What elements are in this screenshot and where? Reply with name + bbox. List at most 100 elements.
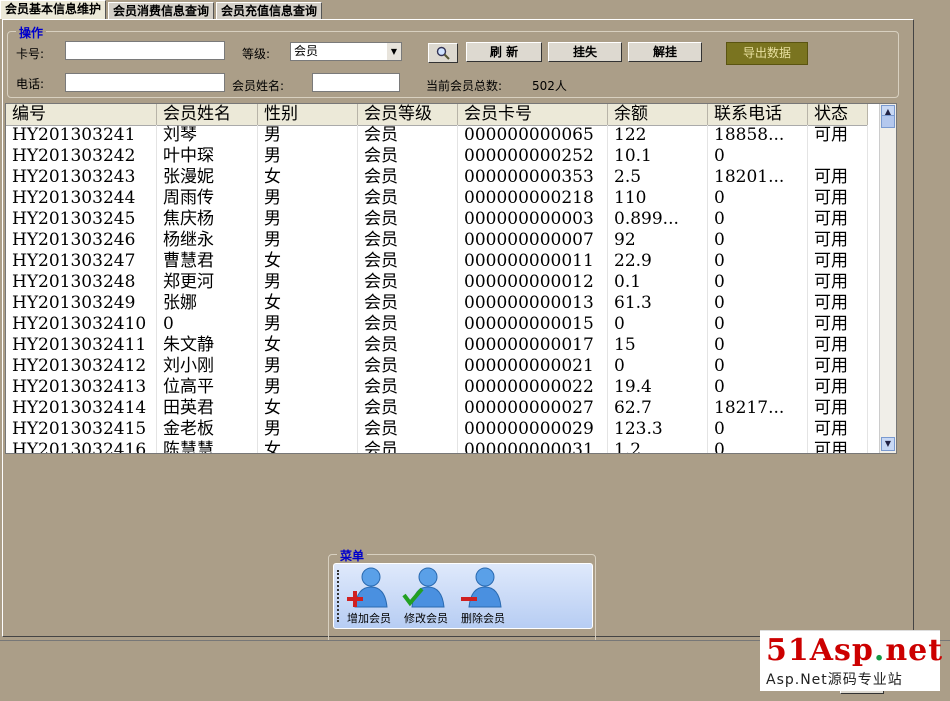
table-cell[interactable]: 会员 — [358, 440, 458, 453]
table-cell[interactable]: HY2013032415 — [6, 419, 157, 440]
table-cell[interactable]: 位高平 — [157, 377, 258, 398]
table-cell[interactable]: 会员 — [358, 188, 458, 209]
table-cell[interactable]: 叶中琛 — [157, 146, 258, 167]
table-cell[interactable]: 女 — [258, 440, 358, 453]
table-cell[interactable]: 会员 — [358, 377, 458, 398]
search-button[interactable] — [428, 43, 458, 63]
table-cell[interactable]: 女 — [258, 167, 358, 188]
scroll-thumb[interactable] — [881, 115, 895, 128]
table-cell[interactable]: 会员 — [358, 230, 458, 251]
table-cell[interactable]: 可用 — [808, 188, 868, 209]
table-cell[interactable]: 1.2 — [608, 440, 708, 453]
table-cell[interactable]: 杨继永 — [157, 230, 258, 251]
table-cell[interactable]: 18201... — [708, 167, 808, 188]
table-cell[interactable]: 可用 — [808, 272, 868, 293]
table-cell[interactable]: 122 — [608, 125, 708, 146]
table-cell[interactable]: 0 — [708, 377, 808, 398]
table-cell[interactable]: 000000000003 — [458, 209, 608, 230]
table-cell[interactable]: 0 — [708, 272, 808, 293]
table-cell[interactable]: 可用 — [808, 209, 868, 230]
table-cell[interactable]: 曹慧君 — [157, 251, 258, 272]
table-cell[interactable]: 男 — [258, 125, 358, 146]
table-cell[interactable]: 可用 — [808, 251, 868, 272]
table-cell[interactable]: 10.1 — [608, 146, 708, 167]
table-cell[interactable]: HY201303241 — [6, 125, 157, 146]
member-name-input[interactable] — [312, 73, 400, 92]
column-header[interactable]: 联系电话 — [708, 104, 808, 125]
members-grid[interactable]: 编号 会员姓名 性别 会员等级 会员卡号 余额 联系电话 状态 HY201303… — [5, 103, 897, 454]
table-cell[interactable]: 男 — [258, 314, 358, 335]
table-cell[interactable]: 0 — [708, 335, 808, 356]
table-row[interactable]: HY201303246 杨继永男会员 000000000007 92 0 可用 — [6, 230, 868, 251]
table-row[interactable]: HY2013032413 位高平男会员 000000000022 19.4 0 可用 — [6, 377, 868, 398]
table-cell[interactable]: 男 — [258, 209, 358, 230]
table-cell[interactable]: 男 — [258, 356, 358, 377]
table-cell[interactable]: 可用 — [808, 419, 868, 440]
table-cell[interactable]: 会员 — [358, 251, 458, 272]
table-cell[interactable]: 0 — [708, 293, 808, 314]
table-cell[interactable]: 可用 — [808, 356, 868, 377]
table-cell[interactable]: 000000000353 — [458, 167, 608, 188]
table-cell[interactable]: HY201303248 — [6, 272, 157, 293]
table-cell[interactable]: 郑更河 — [157, 272, 258, 293]
table-cell[interactable]: 61.3 — [608, 293, 708, 314]
scroll-down-button[interactable]: ▼ — [881, 437, 895, 451]
table-cell[interactable]: 张漫妮 — [157, 167, 258, 188]
table-cell[interactable]: 0 — [708, 146, 808, 167]
table-cell[interactable]: 男 — [258, 272, 358, 293]
table-cell[interactable]: 男 — [258, 146, 358, 167]
table-cell[interactable]: 可用 — [808, 125, 868, 146]
table-cell[interactable]: 会员 — [358, 356, 458, 377]
table-cell[interactable]: 22.9 — [608, 251, 708, 272]
table-row[interactable]: HY2013032411 朱文静女会员 000000000017 15 0 可用 — [6, 335, 868, 356]
table-cell[interactable]: 000000000252 — [458, 146, 608, 167]
column-header[interactable]: 会员姓名 — [157, 104, 258, 125]
table-cell[interactable]: HY201303244 — [6, 188, 157, 209]
table-cell[interactable]: HY201303247 — [6, 251, 157, 272]
table-cell[interactable]: 会员 — [358, 314, 458, 335]
table-cell[interactable]: HY201303249 — [6, 293, 157, 314]
table-cell[interactable]: 000000000065 — [458, 125, 608, 146]
table-cell[interactable]: 男 — [258, 377, 358, 398]
table-cell[interactable]: 0.899... — [608, 209, 708, 230]
tab-consumption-query[interactable]: 会员消费信息查询 — [108, 2, 215, 19]
table-cell[interactable]: 张娜 — [157, 293, 258, 314]
tab-recharge-query[interactable]: 会员充值信息查询 — [216, 2, 323, 19]
table-cell[interactable]: 可用 — [808, 314, 868, 335]
table-row[interactable]: HY201303243 张漫妮女会员 000000000353 2.5 18201...… — [6, 167, 868, 188]
refresh-button[interactable]: 刷 新 — [466, 42, 542, 62]
table-cell[interactable]: 0 — [608, 356, 708, 377]
table-row[interactable]: HY201303249 张娜女会员 000000000013 61.3 0 可用 — [6, 293, 868, 314]
table-cell[interactable]: 金老板 — [157, 419, 258, 440]
table-cell[interactable]: 000000000021 — [458, 356, 608, 377]
table-cell[interactable]: 000000000011 — [458, 251, 608, 272]
card-number-input[interactable] — [65, 41, 225, 60]
table-cell[interactable]: 000000000013 — [458, 293, 608, 314]
table-cell[interactable]: HY2013032413 — [6, 377, 157, 398]
table-cell[interactable]: 000000000029 — [458, 419, 608, 440]
table-cell[interactable]: 陈慧慧 — [157, 440, 258, 453]
table-cell[interactable]: 0 — [708, 314, 808, 335]
column-header[interactable]: 余额 — [608, 104, 708, 125]
table-cell[interactable]: 女 — [258, 251, 358, 272]
table-cell[interactable]: 男 — [258, 230, 358, 251]
table-cell[interactable]: 18217... — [708, 398, 808, 419]
table-cell[interactable]: 刘琴 — [157, 125, 258, 146]
table-cell[interactable]: 19.4 — [608, 377, 708, 398]
table-cell[interactable]: HY201303245 — [6, 209, 157, 230]
table-cell[interactable]: 000000000218 — [458, 188, 608, 209]
table-cell[interactable]: 女 — [258, 398, 358, 419]
table-cell[interactable]: 62.7 — [608, 398, 708, 419]
table-cell[interactable]: 0 — [608, 314, 708, 335]
table-row[interactable]: HY201303242 叶中琛男会员 000000000252 10.1 0 — [6, 146, 868, 167]
vertical-scrollbar[interactable]: ▲ ▼ — [879, 104, 896, 453]
table-cell[interactable]: 可用 — [808, 398, 868, 419]
phone-input[interactable] — [65, 73, 225, 92]
unfreeze-button[interactable]: 解挂 — [628, 42, 702, 62]
table-cell[interactable]: 会员 — [358, 335, 458, 356]
table-row[interactable]: HY201303241 刘琴男会员 000000000065 122 18858... 可… — [6, 125, 868, 146]
table-cell[interactable] — [808, 146, 868, 167]
table-cell[interactable]: 15 — [608, 335, 708, 356]
table-row[interactable]: HY2013032410 0 男会员 000000000015 0 0 可用 — [6, 314, 868, 335]
table-row[interactable]: HY2013032416 陈慧慧女会员 000000000031 1.2 0 可用 — [6, 440, 868, 453]
